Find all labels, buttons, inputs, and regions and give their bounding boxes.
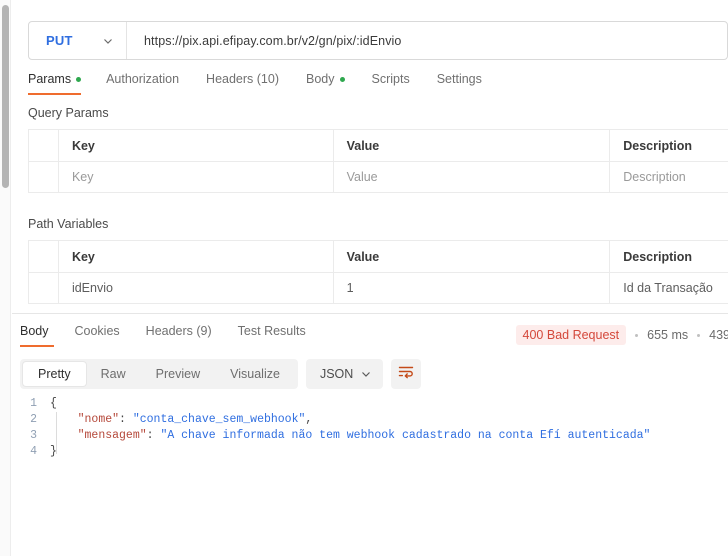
table-row: idEnvio 1 Id da Transação [29, 272, 728, 303]
url-base-text: https://pix.api.efipay.com.br/v2/gn/pix/ [144, 33, 357, 48]
tab-scripts[interactable]: Scripts [372, 72, 428, 95]
code-line: 2 "nome": "conta_chave_sem_webhook", [20, 412, 728, 428]
chevron-down-icon [102, 35, 114, 47]
code-line: 1 { [20, 396, 728, 412]
response-tabs: Body Cookies Headers (9) Test Results [20, 324, 332, 347]
view-visualize-button[interactable]: Visualize [215, 362, 295, 386]
path-variable-key-input[interactable]: idEnvio [59, 273, 334, 303]
panel-divider[interactable] [12, 313, 728, 314]
params-modified-dot-icon [76, 76, 82, 82]
code-line-content: { [50, 397, 57, 410]
path-variable-value-input[interactable]: 1 [334, 273, 611, 303]
word-wrap-icon [398, 365, 414, 384]
status-badge: 400 Bad Request [515, 325, 627, 345]
tab-authorization[interactable]: Authorization [106, 72, 197, 95]
response-format-selector[interactable]: JSON [305, 359, 384, 389]
column-header-description: Description [610, 241, 728, 272]
select-all-checkbox-cell[interactable] [29, 241, 59, 272]
column-header-value: Value [334, 130, 611, 161]
request-response-panel: PUT https://pix.api.efipay.com.br/v2/gn/… [12, 0, 728, 556]
response-tab-body[interactable]: Body [20, 324, 54, 347]
query-params-table: Key Value Description Key Value Descript… [28, 129, 728, 193]
tab-authorization-label: Authorization [106, 72, 180, 86]
query-param-description-input[interactable]: Description [610, 162, 728, 192]
response-body-json[interactable]: 1 { 2 "nome": "conta_chave_sem_webhook",… [20, 396, 728, 460]
view-pretty-button[interactable]: Pretty [23, 362, 86, 386]
select-all-checkbox-cell[interactable] [29, 130, 59, 161]
left-gutter [0, 0, 11, 556]
separator-dot-icon [697, 333, 701, 337]
code-line-content: "nome": "conta_chave_sem_webhook", [77, 413, 313, 426]
tab-body[interactable]: Body [306, 72, 363, 95]
response-tab-test-results[interactable]: Test Results [238, 324, 306, 347]
column-header-description: Description [610, 130, 728, 161]
tab-body-label: Body [306, 72, 335, 86]
tab-settings-label: Settings [436, 72, 482, 86]
tab-params[interactable]: Params [28, 72, 97, 95]
separator-dot-icon [635, 333, 639, 337]
query-param-key-input[interactable]: Key [59, 162, 334, 192]
response-format-label: JSON [319, 367, 354, 381]
row-checkbox[interactable] [29, 162, 59, 192]
table-header-row: Key Value Description [29, 130, 728, 161]
vertical-scrollbar[interactable] [2, 5, 9, 188]
table-row: Key Value Description [29, 161, 728, 192]
tab-headers[interactable]: Headers (10) [206, 72, 297, 95]
path-variables-table: Key Value Description idEnvio 1 Id da Tr… [28, 240, 728, 304]
mensagem-value-text: "A chave informada não tem webhook cadas… [160, 429, 651, 442]
request-tabs: Params Authorization Headers (10) Body S… [28, 72, 509, 95]
path-variable-description-input[interactable]: Id da Transação [610, 273, 728, 303]
line-number: 2 [30, 413, 37, 426]
response-status-bar: 400 Bad Request 655 ms 439 [515, 325, 728, 345]
code-line-content: } [50, 445, 57, 458]
code-line: 4 } [20, 444, 728, 460]
line-number: 3 [30, 429, 37, 442]
response-view-segmented-control: Pretty Raw Preview Visualize [20, 359, 298, 389]
tab-scripts-label: Scripts [371, 72, 410, 86]
chevron-down-icon [360, 368, 372, 380]
column-header-key: Key [59, 130, 334, 161]
body-modified-dot-icon [339, 76, 345, 82]
view-preview-button[interactable]: Preview [141, 362, 215, 386]
view-raw-button[interactable]: Raw [86, 362, 141, 386]
row-checkbox[interactable] [29, 273, 59, 303]
table-header-row: Key Value Description [29, 241, 728, 272]
code-line: 3 "mensagem": "A chave informada não tem… [20, 428, 728, 444]
response-tab-cookies[interactable]: Cookies [75, 324, 120, 347]
http-method-label: PUT [46, 33, 73, 48]
query-param-value-input[interactable]: Value [334, 162, 611, 192]
column-header-value: Value [334, 241, 611, 272]
word-wrap-button[interactable] [391, 359, 422, 389]
path-variables-heading: Path Variables [28, 217, 109, 231]
response-view-toolbar: Pretty Raw Preview Visualize JSON [20, 359, 422, 389]
response-time: 655 ms [647, 328, 689, 342]
column-header-key: Key [59, 241, 334, 272]
line-number: 4 [30, 445, 37, 458]
http-method-selector[interactable]: PUT [29, 22, 127, 59]
line-number: 1 [30, 397, 37, 410]
response-size: 439 [709, 328, 728, 342]
query-params-heading: Query Params [28, 106, 109, 120]
tab-headers-label: Headers (10) [206, 72, 279, 86]
url-input[interactable]: https://pix.api.efipay.com.br/v2/gn/pix/… [127, 34, 727, 48]
tab-params-label: Params [28, 72, 72, 86]
url-path-variable-text: :idEnvio [356, 33, 402, 48]
url-bar: PUT https://pix.api.efipay.com.br/v2/gn/… [28, 21, 728, 60]
tab-settings[interactable]: Settings [437, 72, 500, 95]
response-tab-headers[interactable]: Headers (9) [146, 324, 212, 347]
code-line-content: "mensagem": "A chave informada não tem w… [77, 429, 651, 442]
